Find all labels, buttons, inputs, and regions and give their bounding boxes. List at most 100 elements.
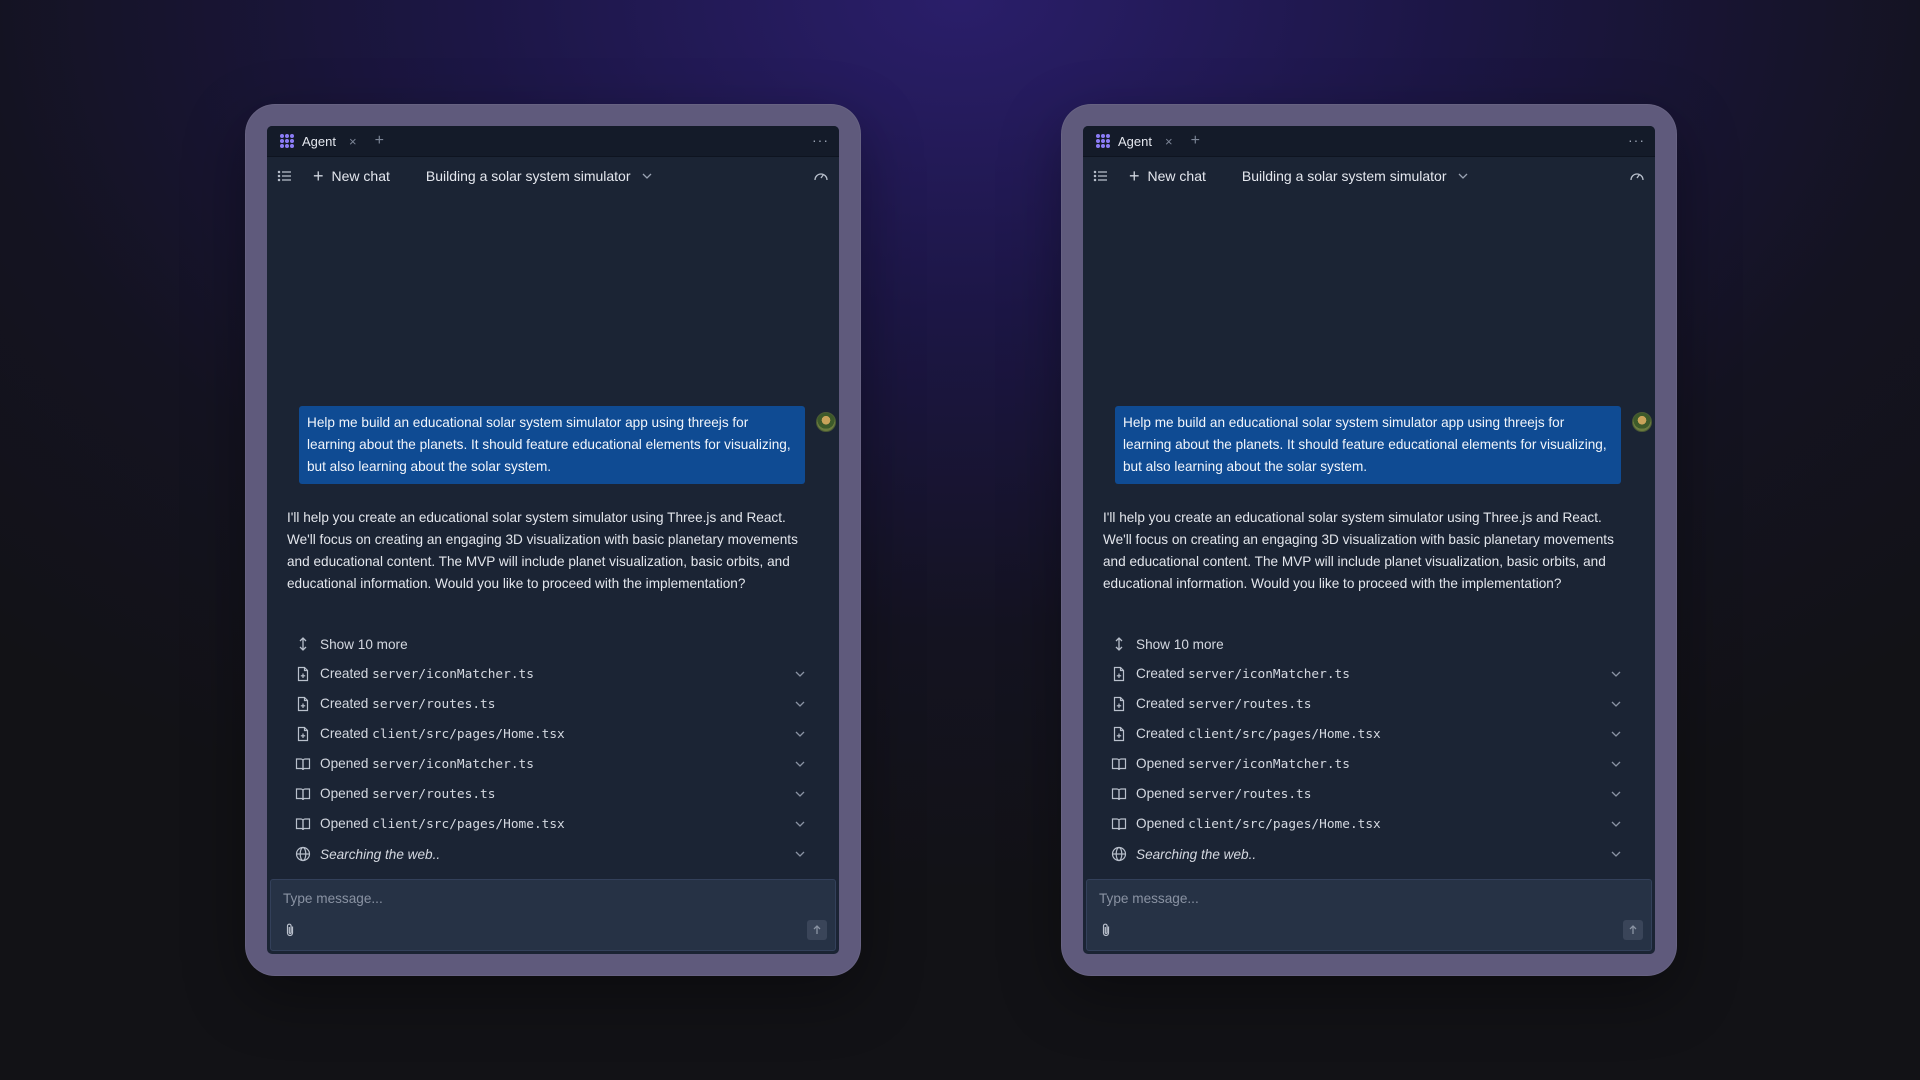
action-item[interactable]: Opened server/routes.ts — [287, 779, 806, 809]
show-more-button[interactable]: Show 10 more — [287, 629, 806, 659]
chevron-down-icon[interactable] — [794, 788, 806, 800]
title-bar: Agent × + ··· — [267, 126, 839, 157]
message-composer — [270, 879, 836, 951]
chevron-down-icon — [642, 173, 651, 179]
file-plus-icon — [1113, 696, 1125, 712]
chat-list-icon[interactable] — [277, 168, 293, 184]
message-input[interactable] — [271, 880, 835, 916]
tab-label: Agent — [302, 133, 336, 149]
add-tab-icon[interactable]: + — [1191, 132, 1200, 150]
chevron-down-icon[interactable] — [1610, 758, 1622, 770]
chat-title: Building a solar system simulator — [1241, 167, 1447, 184]
show-more-label: Show 10 more — [1136, 636, 1224, 652]
more-options-icon[interactable]: ··· — [812, 132, 829, 148]
chat-list-icon[interactable] — [1093, 168, 1109, 184]
user-message-bubble: Help me build an educational solar syste… — [1115, 406, 1621, 484]
message-input[interactable] — [1087, 880, 1651, 916]
chevron-down-icon[interactable] — [794, 728, 806, 740]
gauge-icon[interactable] — [813, 168, 829, 184]
action-item[interactable]: Created client/src/pages/Home.tsx — [1103, 719, 1622, 749]
chat-toolbar: + New chat Building a solar system simul… — [267, 157, 839, 194]
chat-title: Building a solar system simulator — [425, 167, 631, 184]
chat-title-dropdown[interactable]: Building a solar system simulator — [1242, 168, 1469, 184]
chevron-down-icon[interactable] — [1610, 848, 1622, 860]
title-bar: Agent × + ··· — [1083, 126, 1655, 157]
device-frame-right: Agent × + ··· + New chat Building a sola… — [1061, 104, 1677, 976]
book-open-icon — [1111, 758, 1127, 771]
assistant-message: I'll help you create an educational sola… — [287, 510, 798, 591]
action-item[interactable]: Created server/iconMatcher.ts — [287, 659, 806, 689]
action-item[interactable]: Created server/routes.ts — [287, 689, 806, 719]
arrow-up-icon — [813, 925, 821, 934]
action-item[interactable]: Created client/src/pages/Home.tsx — [287, 719, 806, 749]
expand-vertical-icon — [1115, 637, 1123, 651]
chevron-down-icon[interactable] — [794, 668, 806, 680]
action-label: Opened server/iconMatcher.ts — [320, 756, 534, 772]
app-logo-icon — [280, 134, 294, 148]
agent-window: Agent × + ··· + New chat Building a sola… — [1083, 126, 1655, 954]
action-item[interactable]: Opened server/routes.ts — [1103, 779, 1622, 809]
chevron-down-icon[interactable] — [1610, 728, 1622, 740]
chevron-down-icon[interactable] — [1610, 788, 1622, 800]
file-plus-icon — [1113, 726, 1125, 742]
tab-agent[interactable]: Agent × — [1089, 126, 1179, 157]
chevron-down-icon[interactable] — [794, 758, 806, 770]
searching-label: Searching the web.. — [1136, 846, 1257, 862]
plus-icon: + — [1129, 165, 1140, 186]
agent-actions-list: Show 10 more Created server/iconMatcher.… — [287, 629, 806, 869]
action-item[interactable]: Opened server/iconMatcher.ts — [287, 749, 806, 779]
globe-icon — [295, 846, 311, 862]
close-icon[interactable]: × — [1165, 134, 1173, 149]
device-frame-left: Agent × + ··· + New chat Building a sola… — [245, 104, 861, 976]
action-item-searching[interactable]: Searching the web.. — [1103, 839, 1622, 869]
action-item-searching[interactable]: Searching the web.. — [287, 839, 806, 869]
send-button[interactable] — [1623, 920, 1643, 940]
chevron-down-icon[interactable] — [1610, 698, 1622, 710]
chevron-down-icon[interactable] — [794, 818, 806, 830]
paperclip-icon[interactable] — [283, 922, 297, 938]
globe-icon — [1111, 846, 1127, 862]
more-options-icon[interactable]: ··· — [1628, 132, 1645, 148]
gauge-icon[interactable] — [1629, 168, 1645, 184]
tab-label: Agent — [1118, 133, 1152, 149]
action-item[interactable]: Opened server/iconMatcher.ts — [1103, 749, 1622, 779]
action-label: Created client/src/pages/Home.tsx — [320, 726, 565, 742]
new-chat-button[interactable]: + New chat — [1129, 167, 1206, 185]
expand-vertical-icon — [299, 637, 307, 651]
action-label: Created client/src/pages/Home.tsx — [1136, 726, 1381, 742]
book-open-icon — [295, 758, 311, 771]
plus-icon: + — [313, 165, 324, 186]
action-item[interactable]: Opened client/src/pages/Home.tsx — [1103, 809, 1622, 839]
book-open-icon — [1111, 788, 1127, 801]
chevron-down-icon[interactable] — [1610, 668, 1622, 680]
action-label: Created server/routes.ts — [320, 696, 496, 712]
action-item[interactable]: Opened client/src/pages/Home.tsx — [287, 809, 806, 839]
new-chat-label: New chat — [331, 167, 390, 184]
chevron-down-icon[interactable] — [794, 698, 806, 710]
chevron-down-icon[interactable] — [1610, 818, 1622, 830]
file-plus-icon — [1113, 666, 1125, 682]
file-plus-icon — [297, 666, 309, 682]
chat-toolbar: + New chat Building a solar system simul… — [1083, 157, 1655, 194]
paperclip-icon[interactable] — [1099, 922, 1113, 938]
close-icon[interactable]: × — [349, 134, 357, 149]
action-item[interactable]: Created server/iconMatcher.ts — [1103, 659, 1622, 689]
book-open-icon — [295, 818, 311, 831]
file-plus-icon — [297, 696, 309, 712]
book-open-icon — [1111, 818, 1127, 831]
add-tab-icon[interactable]: + — [375, 132, 384, 150]
searching-label: Searching the web.. — [320, 846, 441, 862]
action-label: Opened client/src/pages/Home.tsx — [1136, 816, 1381, 832]
new-chat-button[interactable]: + New chat — [313, 167, 390, 185]
book-open-icon — [295, 788, 311, 801]
action-item[interactable]: Created server/routes.ts — [1103, 689, 1622, 719]
tab-agent[interactable]: Agent × — [273, 126, 363, 157]
chevron-down-icon[interactable] — [794, 848, 806, 860]
assistant-message: I'll help you create an educational sola… — [1103, 510, 1614, 591]
show-more-button[interactable]: Show 10 more — [1103, 629, 1622, 659]
chat-title-dropdown[interactable]: Building a solar system simulator — [426, 168, 653, 184]
action-label: Created server/iconMatcher.ts — [320, 666, 534, 682]
message-composer — [1086, 879, 1652, 951]
send-button[interactable] — [807, 920, 827, 940]
action-label: Opened client/src/pages/Home.tsx — [320, 816, 565, 832]
